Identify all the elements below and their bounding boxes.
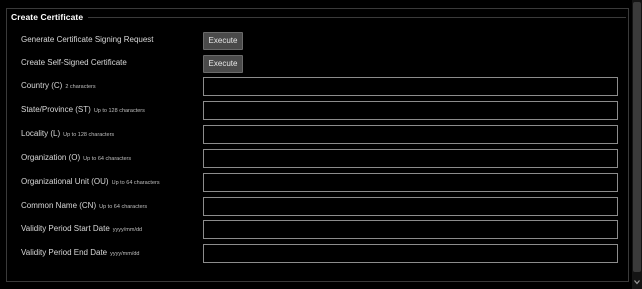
create-self-signed-execute-button[interactable]: Execute [203, 55, 243, 73]
common-name-field[interactable] [203, 197, 618, 216]
field-row-country: Country (C) 2 characters [21, 77, 621, 97]
scrollbar-thumb[interactable] [633, 2, 641, 272]
chevron-down-icon[interactable] [633, 278, 641, 286]
field-row-organization: Organization (O) Up to 64 characters [21, 149, 621, 169]
section-title: Create Certificate [11, 12, 84, 22]
field-label: Country (C) 2 characters [21, 81, 96, 90]
action-row-create-self-signed: Create Self-Signed Certificate Execute [21, 54, 621, 74]
field-row-organizational-unit: Organizational Unit (OU) Up to 64 charact… [21, 173, 621, 193]
organizational-unit-field[interactable] [203, 173, 618, 192]
field-row-validity-start: Validity Period Start Date yyyy/mm/dd [21, 220, 621, 240]
field-hint: Up to 128 characters [63, 132, 115, 138]
field-label: State/Province (ST) Up to 128 characters [21, 105, 145, 114]
field-label: Validity Period Start Date yyyy/mm/dd [21, 224, 143, 233]
field-row-state-province: State/Province (ST) Up to 128 characters [21, 101, 621, 121]
locality-field[interactable] [203, 125, 618, 144]
app-window: Create Certificate Generate Certificate … [0, 0, 642, 289]
field-hint: yyyy/mm/dd [110, 251, 140, 257]
field-row-validity-end: Validity Period End Date yyyy/mm/dd [21, 244, 621, 264]
action-label: Create Self-Signed Certificate [21, 58, 127, 67]
field-hint: 2 characters [65, 84, 96, 90]
field-row-common-name: Common Name (CN) Up to 64 characters [21, 197, 621, 217]
action-row-generate-csr: Generate Certificate Signing Request Exe… [21, 31, 621, 51]
field-hint: Up to 64 characters [99, 204, 148, 210]
action-label: Generate Certificate Signing Request [21, 35, 154, 44]
country-field[interactable] [203, 77, 618, 96]
field-hint: yyyy/mm/dd [112, 227, 143, 233]
field-hint: Up to 64 characters [83, 156, 132, 162]
validity-end-date-field[interactable] [203, 244, 618, 263]
organization-field[interactable] [203, 149, 618, 168]
field-label: Organization (O) Up to 64 characters [21, 153, 132, 162]
validity-start-date-field[interactable] [203, 220, 618, 239]
generate-csr-execute-button[interactable]: Execute [203, 32, 243, 50]
state-province-field[interactable] [203, 101, 618, 120]
field-hint: Up to 128 characters [93, 108, 145, 114]
field-label: Organizational Unit (OU) Up to 64 charact… [21, 177, 160, 186]
field-row-locality: Locality (L) Up to 128 characters [21, 125, 621, 145]
field-hint: Up to 64 characters [111, 180, 160, 186]
title-divider [88, 17, 626, 18]
field-label: Locality (L) Up to 128 characters [21, 129, 115, 138]
field-label: Common Name (CN) Up to 64 characters [21, 201, 148, 210]
field-label: Validity Period End Date yyyy/mm/dd [21, 248, 140, 257]
